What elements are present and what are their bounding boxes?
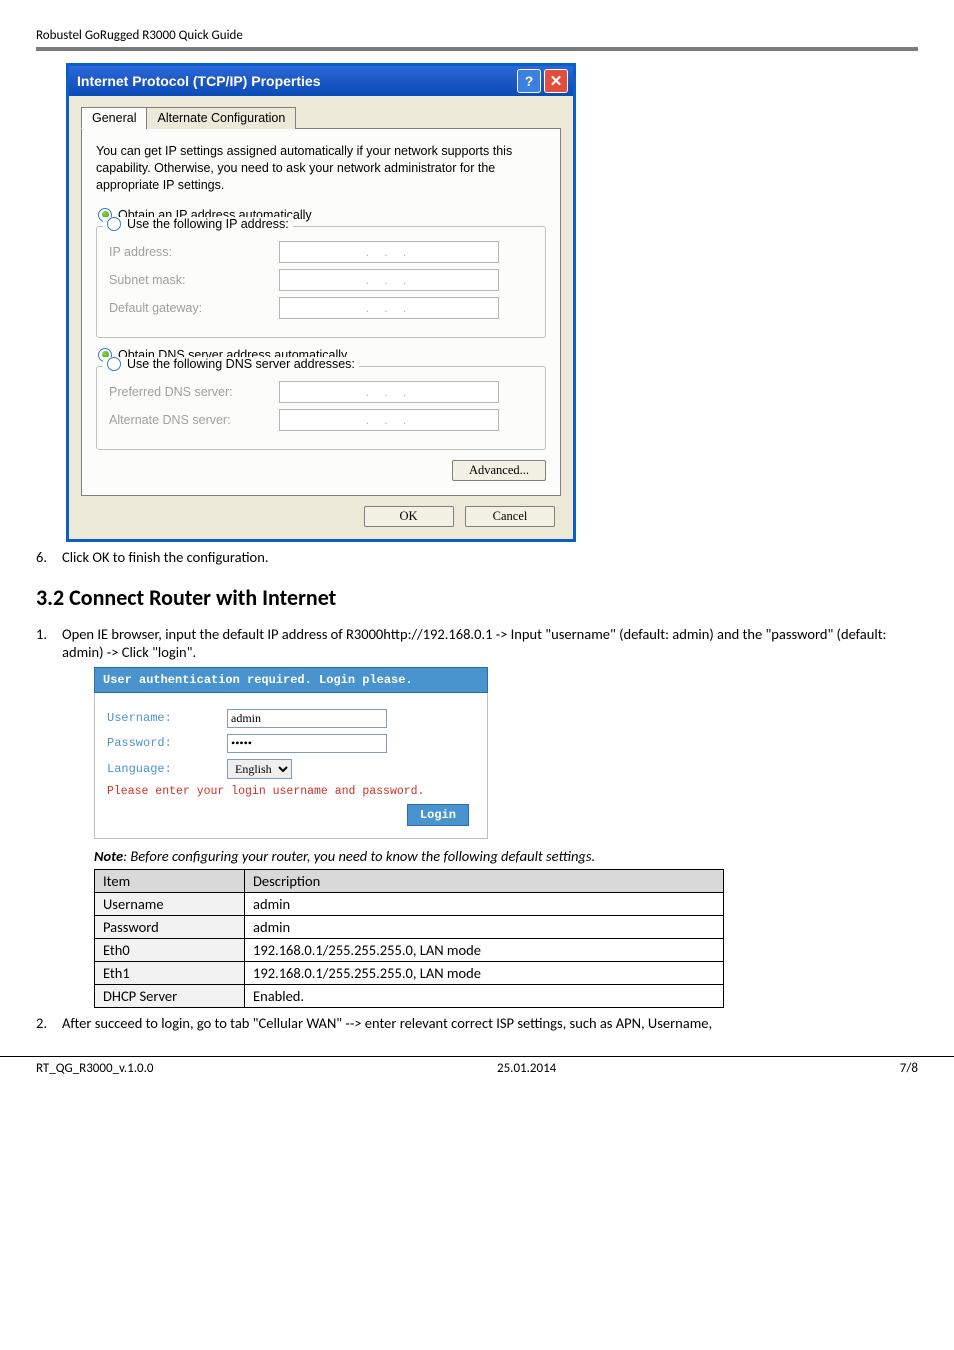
table-row: Eth0192.168.0.1/255.255.255.0, LAN mode xyxy=(95,938,724,961)
ip-address-group: Use the following IP address: IP address… xyxy=(96,226,546,338)
password-input[interactable] xyxy=(227,734,387,753)
tab-panel-general: You can get IP settings assigned automat… xyxy=(81,129,561,496)
tab-general[interactable]: General xyxy=(81,107,147,129)
step-6: 6. Click OK to finish the configuration. xyxy=(36,548,918,566)
table-row: Eth1192.168.0.1/255.255.255.0, LAN mode xyxy=(95,961,724,984)
language-select[interactable]: English xyxy=(227,759,292,779)
language-label: Language: xyxy=(107,762,227,776)
preferred-dns-label: Preferred DNS server: xyxy=(109,385,279,399)
table-header-item: Item xyxy=(95,869,245,892)
dialog-description: You can get IP settings assigned automat… xyxy=(96,143,546,194)
table-header-description: Description xyxy=(245,869,724,892)
table-row: DHCP ServerEnabled. xyxy=(95,984,724,1007)
username-label: Username: xyxy=(107,711,227,725)
login-panel: User authentication required. Login plea… xyxy=(94,667,488,839)
radio-label: Use the following IP address: xyxy=(127,217,289,231)
default-gateway-label: Default gateway: xyxy=(109,301,279,315)
dialog-titlebar: Internet Protocol (TCP/IP) Properties ? … xyxy=(69,66,573,96)
login-message: Please enter your login username and pas… xyxy=(107,785,475,798)
default-settings-table: Item Description Usernameadmin Passworda… xyxy=(94,869,724,1008)
footer-left: RT_QG_R3000_v.1.0.0 xyxy=(36,1061,153,1076)
tab-row: General Alternate Configuration xyxy=(81,106,561,129)
page-footer: RT_QG_R3000_v.1.0.0 25.01.2014 7/8 xyxy=(0,1057,954,1088)
ip-address-label: IP address: xyxy=(109,245,279,259)
footer-right: 7/8 xyxy=(900,1061,918,1076)
section-heading: 3.2 Connect Router with Internet xyxy=(36,584,918,611)
preferred-dns-input: . . . xyxy=(279,381,499,403)
login-title: User authentication required. Login plea… xyxy=(94,667,488,693)
alternate-dns-label: Alternate DNS server: xyxy=(109,413,279,427)
table-row: Usernameadmin xyxy=(95,892,724,915)
ok-button[interactable]: OK xyxy=(364,506,454,527)
page-header: Robustel GoRugged R3000 Quick Guide xyxy=(36,28,918,47)
dialog-title: Internet Protocol (TCP/IP) Properties xyxy=(77,73,320,89)
cancel-button[interactable]: Cancel xyxy=(465,506,555,527)
radio-use-dns[interactable]: Use the following DNS server addresses: xyxy=(103,357,359,371)
dns-address-group: Use the following DNS server addresses: … xyxy=(96,366,546,450)
tcpip-properties-dialog: Internet Protocol (TCP/IP) Properties ? … xyxy=(66,63,576,542)
radio-icon xyxy=(107,357,121,371)
radio-icon xyxy=(107,217,121,231)
close-button[interactable]: ✕ xyxy=(544,69,568,93)
note-text: Note: Before configuring your router, yo… xyxy=(94,847,918,865)
step-2: 2. After succeed to login, go to tab "Ce… xyxy=(36,1014,918,1032)
login-button[interactable]: Login xyxy=(407,804,469,826)
table-row: Passwordadmin xyxy=(95,915,724,938)
header-rule xyxy=(36,47,918,51)
alternate-dns-input: . . . xyxy=(279,409,499,431)
help-button[interactable]: ? xyxy=(517,69,541,93)
subnet-mask-input: . . . xyxy=(279,269,499,291)
password-label: Password: xyxy=(107,736,227,750)
radio-use-ip[interactable]: Use the following IP address: xyxy=(103,217,293,231)
advanced-button[interactable]: Advanced... xyxy=(452,460,546,481)
tab-alternate-config[interactable]: Alternate Configuration xyxy=(146,107,296,129)
subnet-mask-label: Subnet mask: xyxy=(109,273,279,287)
footer-center: 25.01.2014 xyxy=(497,1061,556,1076)
username-input[interactable] xyxy=(227,709,387,728)
default-gateway-input: . . . xyxy=(279,297,499,319)
radio-label: Use the following DNS server addresses: xyxy=(127,357,355,371)
step-1: 1. Open IE browser, input the default IP… xyxy=(36,625,918,661)
ip-address-input: . . . xyxy=(279,241,499,263)
